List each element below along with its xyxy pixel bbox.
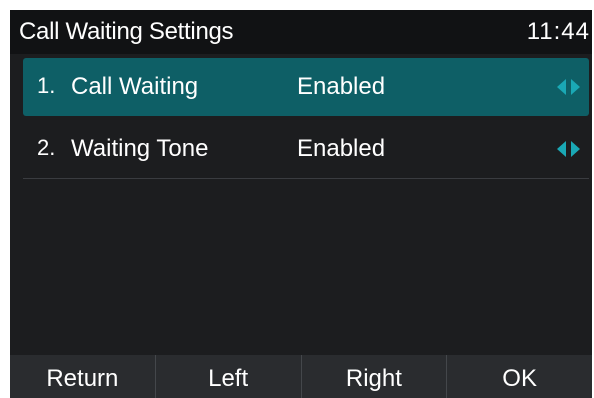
item-index: 1. (37, 73, 56, 98)
list-item-call-waiting[interactable]: 1. Call Waiting Enabled (23, 58, 589, 116)
settings-list: 1. Call Waiting Enabled 2. Waiting Tone … (23, 58, 589, 179)
title-bar: Call Waiting Settings 11:44 (10, 10, 592, 54)
arrow-right-icon[interactable] (571, 79, 580, 95)
arrow-right-icon[interactable] (571, 141, 580, 157)
ok-button[interactable]: OK (447, 355, 592, 398)
page-title: Call Waiting Settings (19, 18, 234, 45)
value-switcher[interactable] (557, 79, 580, 95)
item-label: Waiting Tone (71, 135, 209, 162)
return-button[interactable]: Return (10, 355, 156, 398)
softkey-bar: Return Left Right OK (10, 355, 592, 398)
arrow-left-icon[interactable] (557, 79, 566, 95)
clock: 11:44 (526, 18, 590, 45)
left-button[interactable]: Left (156, 355, 302, 398)
item-value: Enabled (297, 73, 386, 100)
item-index: 2. (37, 135, 56, 160)
item-label: Call Waiting (71, 73, 199, 100)
item-value: Enabled (297, 135, 386, 162)
list-item-waiting-tone[interactable]: 2. Waiting Tone Enabled (23, 120, 589, 179)
value-switcher[interactable] (557, 141, 580, 157)
arrow-left-icon[interactable] (557, 141, 566, 157)
right-button[interactable]: Right (302, 355, 448, 398)
phone-screen: Call Waiting Settings 11:44 1. Call Wait… (10, 10, 592, 398)
